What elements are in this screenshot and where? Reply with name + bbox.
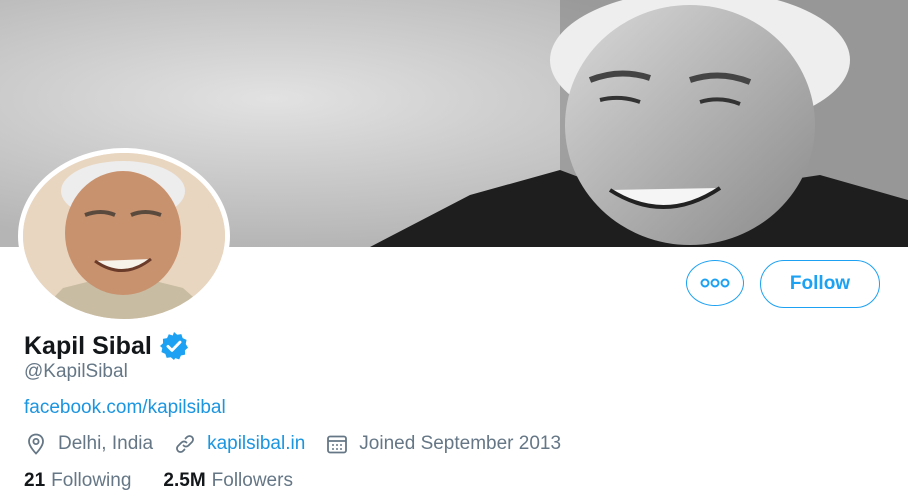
following-count: 21 (24, 470, 46, 491)
profile-avatar[interactable] (18, 148, 230, 324)
location-text: Delhi, India (58, 433, 154, 454)
website-item: kapilsibal.in (173, 432, 305, 456)
calendar-icon (327, 435, 348, 454)
location-item: Delhi, India (24, 432, 153, 456)
profile-name: Kapil Sibal (24, 331, 152, 360)
more-icon (700, 278, 730, 288)
profile-meta: Delhi, India kapilsibal.in Joined Septem… (24, 432, 581, 456)
followers-link[interactable]: 2.5M Followers (163, 470, 293, 492)
link-icon (176, 435, 194, 453)
profile-stats: 21 Following 2.5M Followers (24, 470, 325, 492)
profile-name-row: Kapil Sibal (24, 330, 190, 362)
follow-button[interactable]: Follow (760, 260, 880, 308)
profile-handle: @KapilSibal (24, 361, 128, 382)
location-pin-icon (28, 433, 44, 455)
following-link[interactable]: 21 Following (24, 470, 131, 492)
bio-link[interactable]: facebook.com/kapilsibal (24, 397, 226, 419)
followers-count: 2.5M (163, 470, 206, 491)
followers-label: Followers (211, 470, 293, 491)
joined-text: Joined September 2013 (359, 433, 562, 454)
joined-item: Joined September 2013 (325, 432, 561, 456)
website-link[interactable]: kapilsibal.in (207, 433, 305, 455)
following-label: Following (51, 470, 132, 491)
avatar-image (23, 153, 225, 319)
more-options-button[interactable] (686, 260, 744, 306)
verified-badge-icon (159, 332, 188, 360)
